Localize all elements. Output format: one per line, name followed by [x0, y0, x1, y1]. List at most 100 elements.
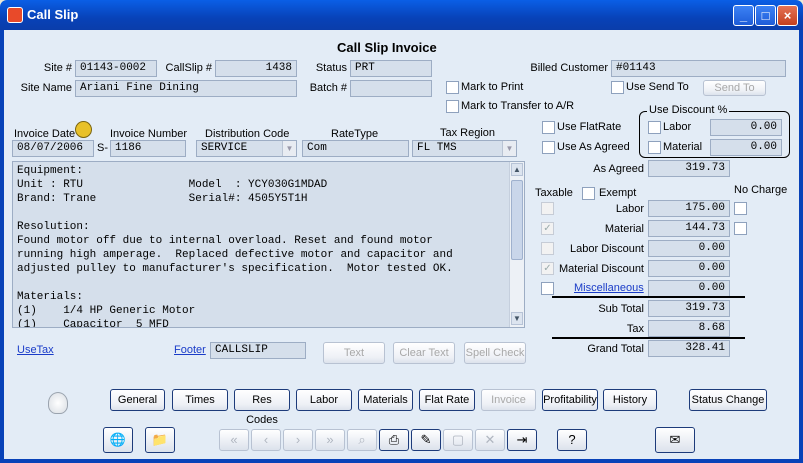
tax-field[interactable]: 8.68	[648, 320, 730, 337]
discount-group-title: Use Discount %	[647, 104, 730, 116]
last-record-icon[interactable]: »	[315, 429, 345, 451]
site-name-field[interactable]: Ariani Fine Dining	[75, 80, 297, 97]
previous-record-icon[interactable]: ‹	[251, 429, 281, 451]
exit-door-icon[interactable]: ⇥	[507, 429, 537, 451]
scroll-down-icon[interactable]: ▼	[511, 312, 523, 325]
clear-text-button[interactable]: Clear Text	[393, 342, 455, 364]
invoice-number-label: Invoice Number	[110, 128, 188, 140]
title-bar[interactable]	[0, 0, 803, 30]
invoice-memo[interactable]: Equipment: Unit : RTU Model : YCY030G1MD…	[12, 161, 525, 328]
exempt-checkbox[interactable]	[582, 187, 595, 200]
labor-discount-label: Labor Discount	[570, 243, 644, 255]
material-discount-field[interactable]: 0.00	[648, 260, 730, 277]
close-button[interactable]: ×	[777, 5, 798, 26]
spell-check-button[interactable]: Spell Check	[464, 342, 526, 364]
tax-label: Tax	[626, 323, 644, 335]
window-title: Call Slip	[27, 7, 79, 22]
discount-material-checkbox[interactable]	[648, 141, 661, 154]
billed-customer-field[interactable]: #01143	[611, 60, 786, 77]
material-no-charge-checkbox[interactable]	[734, 222, 747, 235]
exempt-label: Exempt	[599, 187, 637, 199]
envelope-icon[interactable]: ✉	[655, 427, 695, 453]
chevron-down-icon[interactable]: ▼	[502, 141, 516, 156]
site-number-label: Site #	[43, 62, 72, 74]
discount-labor-checkbox[interactable]	[648, 121, 661, 134]
material-taxable-checkbox[interactable]: ✓	[541, 222, 554, 235]
memo-scrollbar[interactable]: ▲ ▼	[509, 162, 524, 327]
callslip-field[interactable]: 1438	[215, 60, 297, 77]
invoice-date-field[interactable]: 08/07/2006	[12, 140, 94, 157]
scroll-thumb[interactable]	[511, 180, 523, 260]
as-agreed-field[interactable]: 319.73	[648, 160, 730, 177]
use-send-to-checkbox[interactable]	[611, 81, 624, 94]
use-as-agreed-checkbox[interactable]	[542, 141, 555, 154]
discount-material-label: Material	[663, 141, 703, 153]
material-total-field[interactable]: 144.73	[648, 220, 730, 237]
tab-general[interactable]: General	[110, 389, 165, 411]
labor-discount-field[interactable]: 0.00	[648, 240, 730, 257]
rate-type-field[interactable]: Com	[302, 140, 409, 157]
miscellaneous-field[interactable]: 0.00	[648, 280, 730, 297]
mark-to-print-checkbox[interactable]	[446, 81, 459, 94]
globe-icon[interactable]: 🌐	[103, 427, 133, 453]
help-icon[interactable]: ?	[557, 429, 587, 451]
batch-field[interactable]	[350, 80, 432, 97]
scroll-up-icon[interactable]: ▲	[511, 163, 523, 176]
binoculars-icon[interactable]: ⌕	[347, 429, 377, 451]
tab-times[interactable]: Times	[172, 389, 228, 411]
app-icon	[7, 7, 23, 23]
site-name-label: Site Name	[20, 82, 72, 94]
tab-invoice[interactable]: Invoice	[481, 389, 536, 411]
use-flat-rate-checkbox[interactable]	[542, 121, 555, 134]
billed-customer-label: Billed Customer	[530, 62, 608, 74]
subtotal-field[interactable]: 319.73	[648, 300, 730, 317]
tab-materials[interactable]: Materials	[358, 389, 413, 411]
page-title: Call Slip Invoice	[337, 40, 437, 55]
tab-history[interactable]: History	[603, 389, 657, 411]
chevron-down-icon[interactable]: ▼	[282, 141, 296, 156]
labor-total-field[interactable]: 175.00	[648, 200, 730, 217]
callslip-label: CallSlip #	[165, 62, 212, 74]
minimize-button[interactable]: _	[733, 5, 754, 26]
footer-field[interactable]: CALLSLIP	[210, 342, 306, 359]
maximize-button[interactable]: □	[755, 5, 776, 26]
status-label: Status	[315, 62, 347, 74]
tab-labor[interactable]: Labor	[296, 389, 352, 411]
next-record-icon[interactable]: ›	[283, 429, 313, 451]
use-flat-rate-label: Use FlatRate	[557, 121, 622, 133]
text-button[interactable]: Text	[323, 342, 385, 364]
tab-res-codes[interactable]: Res Codes	[234, 389, 290, 426]
folder-icon[interactable]: 📁	[145, 427, 175, 453]
delete-icon[interactable]: ✕	[475, 429, 505, 451]
mark-to-transfer-label: Mark to Transfer to A/R	[461, 100, 575, 112]
lightbulb-icon[interactable]	[48, 392, 68, 414]
send-to-button[interactable]: Send To	[703, 80, 766, 96]
labor-no-charge-checkbox[interactable]	[734, 202, 747, 215]
status-change-button[interactable]: Status Change	[689, 389, 767, 411]
use-tax-link[interactable]: UseTax	[17, 344, 54, 356]
labor-taxable-checkbox[interactable]	[541, 202, 554, 215]
discount-labor-label: Labor	[663, 121, 692, 133]
use-send-to-label: Use Send To	[626, 81, 689, 93]
status-field[interactable]: PRT	[350, 60, 432, 77]
first-record-icon[interactable]: «	[219, 429, 249, 451]
footer-link[interactable]: Footer	[174, 344, 206, 356]
mark-to-transfer-checkbox[interactable]	[446, 100, 459, 113]
discount-material-field[interactable]: 0.00	[710, 139, 782, 156]
grand-total-field[interactable]: 328.41	[648, 340, 730, 357]
calendar-clock-icon[interactable]	[75, 121, 92, 138]
invoice-date-label: Invoice Date	[14, 128, 76, 140]
printer-icon[interactable]: ⎙	[379, 429, 409, 451]
misc-taxable-checkbox[interactable]	[541, 282, 554, 295]
invoice-memo-text: Equipment: Unit : RTU Model : YCY030G1MD…	[17, 165, 453, 328]
new-record-icon[interactable]: ▢	[443, 429, 473, 451]
miscellaneous-link[interactable]: Miscellaneous	[574, 282, 644, 294]
edit-icon[interactable]: ✎	[411, 429, 441, 451]
tab-flat-rate[interactable]: Flat Rate	[419, 389, 475, 411]
site-number-field[interactable]: 01143-0002	[75, 60, 157, 77]
taxable-label: Taxable	[535, 187, 573, 199]
tab-profitability[interactable]: Profitability	[542, 389, 598, 411]
discount-labor-field[interactable]: 0.00	[710, 119, 782, 136]
invoice-number-field[interactable]: 1186	[110, 140, 186, 157]
divider	[552, 296, 745, 298]
